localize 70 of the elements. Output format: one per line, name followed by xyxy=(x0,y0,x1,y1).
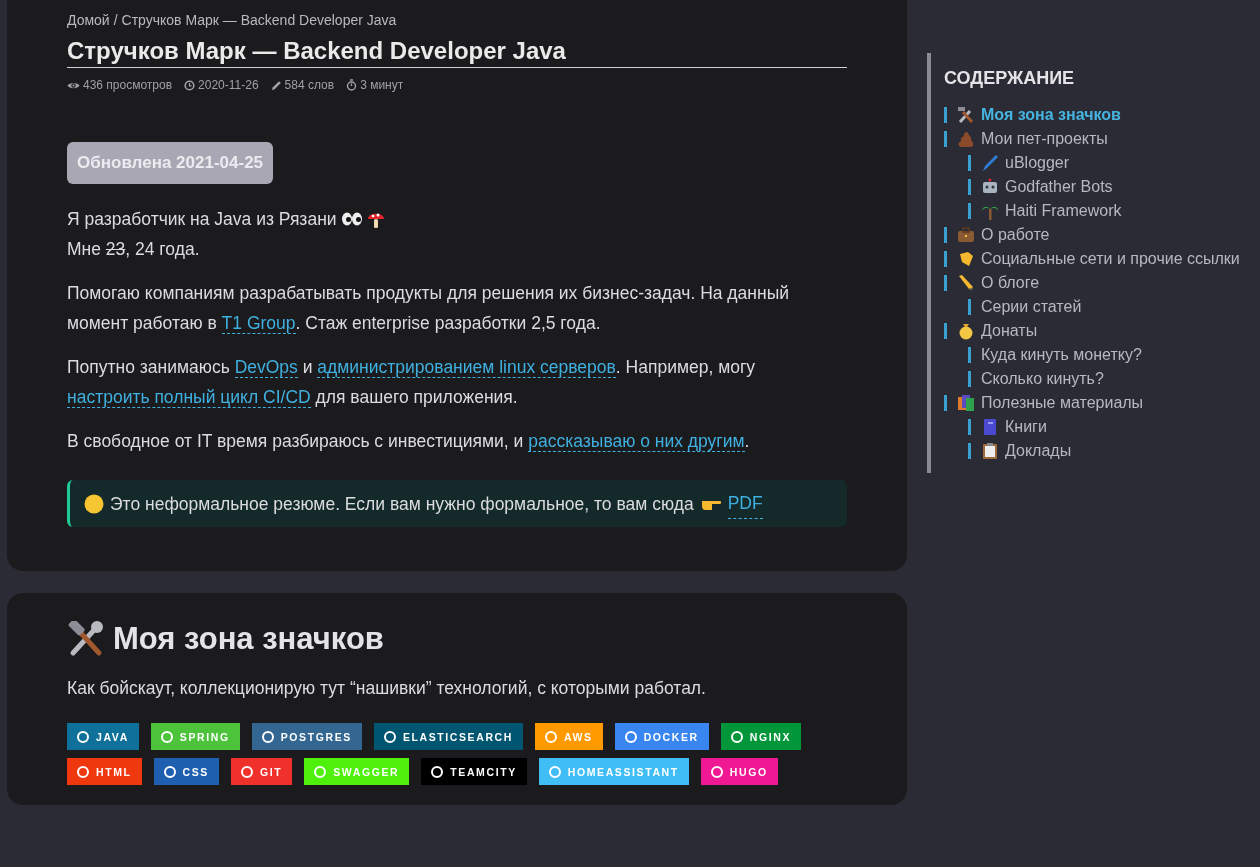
text-link[interactable]: рассказываю о них другим xyxy=(528,431,745,452)
toc-link[interactable]: Мои пет-проекты xyxy=(981,130,1108,148)
tech-badge: SPRING xyxy=(150,723,240,750)
briefcase-icon xyxy=(957,226,975,244)
tech-badge: NGINX xyxy=(720,723,802,750)
tech-badge: AWS xyxy=(534,723,603,750)
toc-link[interactable]: Сколько кинуть? xyxy=(981,370,1104,388)
tech-badge: SWAGGER xyxy=(304,758,410,785)
breadcrumb-separator: / xyxy=(113,12,118,28)
age-text: Мне 23, 24 года. xyxy=(67,238,201,261)
breadcrumb-current: Стручков Марк — Backend Developer Java xyxy=(121,12,397,28)
paragraph: Попутно занимаюсь DevOps и администрированием linux серверов. Например, могу настроить полный цикл CI/CD для вашего приложения. xyxy=(67,356,757,410)
text-link[interactable]: DevOps xyxy=(234,357,298,378)
toc-link[interactable]: Книги xyxy=(1005,418,1047,436)
books-icon xyxy=(957,394,975,412)
toc-link[interactable]: Донаты xyxy=(981,322,1038,340)
paragraph: Помогаю компаниям разрабатывать продукты для решения их бизнес-задач. На данный момент работаю в T1 Group. Стаж enterprise разработки 2,5 года. xyxy=(67,282,790,336)
pdf-link[interactable]: PDF xyxy=(727,488,763,519)
callout-text: Это неформальное резюме. Если вам нужно формальное, то вам сюда xyxy=(110,492,694,516)
robot-icon xyxy=(981,178,999,196)
toc-link[interactable]: Haiti Framework xyxy=(1005,202,1122,220)
page-title: Стручков Марк — Backend Developer Java xyxy=(67,37,847,68)
toc-link[interactable]: Моя зона значков xyxy=(981,106,1121,124)
tech-badge: JAVA xyxy=(67,723,139,750)
toc-link[interactable]: О блоге xyxy=(981,274,1040,292)
toc-link[interactable]: Доклады xyxy=(1005,442,1072,460)
tech-badge: TEAMCITY xyxy=(421,758,527,785)
meta-text: 2020-11-26 xyxy=(198,78,259,92)
updated-badge: Обновлена 2021-04-25 xyxy=(67,142,274,184)
tools-icon xyxy=(957,106,975,124)
meta-text: 3 минут xyxy=(360,78,404,92)
tech-badge: HOMEASSISTANT xyxy=(538,758,689,785)
money-bag-icon xyxy=(957,322,975,340)
text-link[interactable]: T1 Group xyxy=(221,313,296,334)
pencil-icon xyxy=(957,274,975,292)
intro-text: Я разработчик на Java из Рязани xyxy=(67,208,337,231)
toc-link[interactable]: Куда кинуть монетку? xyxy=(981,346,1142,364)
clock-icon xyxy=(184,79,196,91)
toc-link[interactable]: Godfather Bots xyxy=(1005,178,1113,196)
paragraph: В свободное от IT время разбираюсь с инвестициями, и рассказываю о них другим. xyxy=(67,430,751,454)
section-text: Как бойскаут, коллекционирую тут “нашивки” технологий, с которыми работал. xyxy=(67,677,707,700)
book-icon xyxy=(981,418,999,436)
emoji-icon xyxy=(84,493,104,514)
tech-badge: ELASTICSEARCH xyxy=(373,723,523,750)
toc-link[interactable]: Серии статей xyxy=(981,298,1082,316)
poop-icon xyxy=(957,130,975,148)
breadcrumb-link[interactable]: Домой xyxy=(67,12,110,28)
tech-badge: GIT xyxy=(230,758,293,785)
pencil-icon xyxy=(270,79,282,91)
toc-link[interactable]: Социальные сети и прочие ссылки xyxy=(981,250,1240,268)
stopwatch-icon xyxy=(346,79,358,91)
tech-badge: POSTGRES xyxy=(251,723,362,750)
text-link[interactable]: настроить полный цикл CI/CD xyxy=(67,387,311,408)
eye-icon xyxy=(67,80,80,90)
tech-badge: DOCKER xyxy=(614,723,709,750)
eyes-icon xyxy=(340,211,363,227)
toc-link[interactable]: Полезные материалы xyxy=(981,394,1144,412)
tech-badge: HUGO xyxy=(700,758,778,785)
meta-text: 584 слов xyxy=(284,78,335,92)
toc-link[interactable]: uBlogger xyxy=(1005,154,1070,172)
clipboard-icon xyxy=(981,442,999,460)
tech-badge: CSS xyxy=(153,758,219,785)
toc-link[interactable]: О работе xyxy=(981,226,1050,244)
toc-title: СОДЕРЖАНИЕ xyxy=(944,68,1076,89)
tools-icon xyxy=(67,621,105,657)
text-link[interactable]: администрированием linux серверов xyxy=(317,357,616,378)
meta-text: 436 просмотров xyxy=(83,78,173,92)
pen-icon xyxy=(981,154,999,172)
tech-badge: HTML xyxy=(67,758,142,785)
section-heading: Моя зона значков xyxy=(113,621,384,657)
